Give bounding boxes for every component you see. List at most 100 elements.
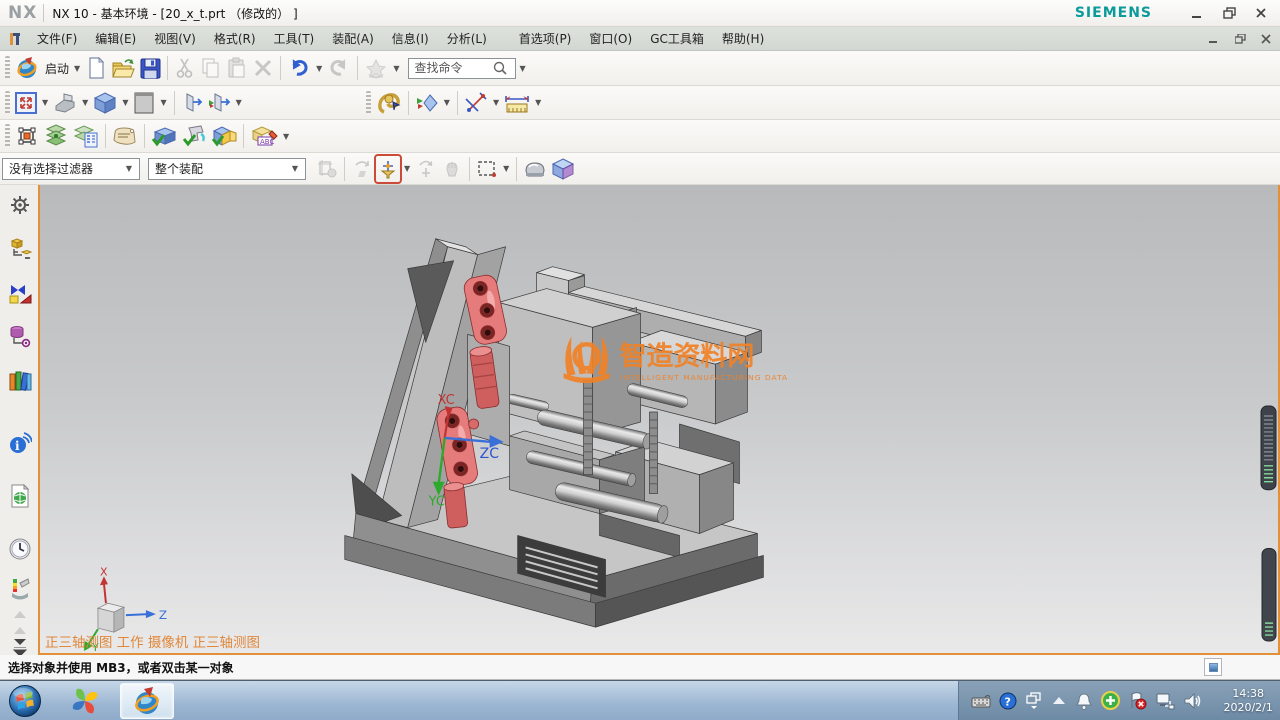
safety-plus-icon[interactable] bbox=[1101, 691, 1120, 711]
marquee-dropdown[interactable]: ▼ bbox=[500, 164, 512, 173]
gesture-dropdown[interactable]: ▼ bbox=[390, 64, 402, 73]
keyboard-tray-icon[interactable] bbox=[971, 691, 991, 711]
graphics-window[interactable]: XC ZC YC 智造资料网 INTELLIGENT bbox=[40, 185, 1280, 655]
menu-edit[interactable]: 编辑(E) bbox=[86, 28, 145, 49]
menu-close-button[interactable] bbox=[1256, 31, 1276, 46]
show-hidden-icon[interactable] bbox=[1050, 691, 1067, 711]
cut-icon[interactable] bbox=[172, 54, 198, 82]
cube-select-icon[interactable] bbox=[549, 155, 577, 183]
orient-geometry-icon[interactable] bbox=[51, 89, 79, 117]
start-orb-icon[interactable] bbox=[8, 684, 42, 718]
view-operation-icon[interactable] bbox=[413, 89, 441, 117]
scroll-up-alt-icon[interactable] bbox=[8, 625, 32, 637]
snap-hand-icon[interactable] bbox=[349, 155, 375, 183]
assemble-check-icon[interactable] bbox=[149, 122, 179, 150]
name-abc-icon[interactable]: ABC bbox=[248, 122, 280, 150]
menu-file[interactable]: 文件(F) bbox=[28, 28, 86, 49]
minimize-button[interactable] bbox=[1184, 4, 1210, 22]
history-icon[interactable] bbox=[8, 537, 32, 561]
undo-dropdown[interactable]: ▼ bbox=[313, 64, 325, 73]
save-file-icon[interactable] bbox=[137, 54, 163, 82]
tool-check-icon[interactable] bbox=[179, 122, 209, 150]
undo-icon[interactable] bbox=[285, 54, 313, 82]
assembly-arrangements-icon[interactable] bbox=[41, 122, 71, 150]
component-select-icon[interactable] bbox=[314, 155, 340, 183]
shaded-dropdown[interactable]: ▼ bbox=[119, 98, 131, 107]
roles-gear-icon[interactable] bbox=[8, 193, 32, 217]
view-op-dropdown[interactable]: ▼ bbox=[441, 98, 453, 107]
measure-dropdown[interactable]: ▼ bbox=[490, 98, 502, 107]
find-command-input[interactable] bbox=[414, 61, 492, 75]
open-file-icon[interactable] bbox=[109, 54, 137, 82]
toolbar-grip[interactable] bbox=[5, 56, 10, 80]
marquee-select-icon[interactable] bbox=[474, 155, 500, 183]
toolbar-grip[interactable] bbox=[5, 124, 10, 148]
volume-icon[interactable] bbox=[1183, 691, 1202, 711]
menu-help[interactable]: 帮助(H) bbox=[713, 28, 773, 49]
find-dropdown[interactable]: ▼ bbox=[516, 64, 528, 73]
clip-section-icon[interactable] bbox=[205, 89, 233, 117]
redo-icon[interactable] bbox=[325, 54, 353, 82]
menu-restore-button[interactable] bbox=[1230, 31, 1250, 46]
delete-icon[interactable] bbox=[250, 54, 276, 82]
scope-dropdown[interactable]: ▼ bbox=[282, 164, 301, 173]
pinwheel-app-icon[interactable] bbox=[68, 684, 102, 718]
menu-information[interactable]: 信息(I) bbox=[383, 28, 438, 49]
copy-icon[interactable] bbox=[198, 54, 224, 82]
menu-minimize-button[interactable] bbox=[1204, 31, 1224, 46]
constraint-navigator-icon[interactable] bbox=[8, 281, 32, 305]
type-filter-combo[interactable]: 没有选择过滤器 ▼ bbox=[2, 158, 140, 180]
gesture-icon[interactable] bbox=[362, 54, 390, 82]
shaded-cube-icon[interactable] bbox=[91, 89, 119, 117]
taskbar-clock[interactable]: 14:38 2020/2/1 bbox=[1216, 687, 1280, 715]
close-button[interactable] bbox=[1248, 4, 1274, 22]
orient-dropdown[interactable]: ▼ bbox=[79, 98, 91, 107]
part-menu-icon[interactable] bbox=[8, 31, 22, 47]
constraint-list-icon[interactable] bbox=[71, 122, 101, 150]
linear-dimension-icon[interactable] bbox=[502, 89, 532, 117]
selection-scope-combo[interactable]: 整个装配 ▼ bbox=[148, 158, 306, 180]
snap-point-filter-icon[interactable] bbox=[375, 155, 401, 183]
shading-dropdown[interactable]: ▼ bbox=[157, 98, 169, 107]
toolbar-grip[interactable] bbox=[5, 91, 10, 115]
name-dropdown[interactable]: ▼ bbox=[280, 132, 292, 141]
web-browser-icon[interactable] bbox=[8, 484, 32, 508]
palettes-icon[interactable] bbox=[8, 577, 32, 601]
launch-label[interactable]: 启动 bbox=[45, 60, 69, 77]
menu-window[interactable]: 窗口(O) bbox=[580, 28, 641, 49]
move-component-icon[interactable] bbox=[13, 122, 41, 150]
menu-preferences[interactable]: 首选项(P) bbox=[510, 28, 581, 49]
nx-launch-icon[interactable] bbox=[13, 54, 41, 82]
snap-navigation-icon[interactable] bbox=[374, 89, 404, 117]
menu-tools[interactable]: 工具(T) bbox=[265, 28, 324, 49]
assembly-model[interactable] bbox=[345, 239, 764, 627]
restore-tray-icon[interactable] bbox=[1025, 691, 1042, 711]
type-filter-dropdown[interactable]: ▼ bbox=[116, 164, 135, 173]
menu-view[interactable]: 视图(V) bbox=[145, 28, 205, 49]
menu-format[interactable]: 格式(R) bbox=[205, 28, 265, 49]
section-dropdown[interactable]: ▼ bbox=[233, 98, 245, 107]
restore-button[interactable] bbox=[1216, 4, 1242, 22]
shaded-object-icon[interactable] bbox=[521, 155, 549, 183]
search-icon[interactable] bbox=[492, 60, 508, 76]
network-icon[interactable] bbox=[1155, 691, 1175, 711]
paste-icon[interactable] bbox=[224, 54, 250, 82]
menu-analysis[interactable]: 分析(L) bbox=[438, 28, 496, 49]
assembly-navigator-icon[interactable] bbox=[8, 237, 32, 261]
snap-dropdown[interactable]: ▼ bbox=[401, 164, 413, 173]
measure-icon[interactable] bbox=[462, 89, 490, 117]
reuse-library-icon[interactable] bbox=[8, 369, 32, 393]
bell-icon[interactable] bbox=[1075, 691, 1093, 711]
nx-taskbar-button[interactable] bbox=[120, 683, 174, 719]
menu-assemblies[interactable]: 装配(A) bbox=[323, 28, 383, 49]
collapse-down-icon[interactable] bbox=[8, 637, 32, 647]
help-tray-icon[interactable]: ? bbox=[999, 691, 1017, 711]
tag-note-icon[interactable] bbox=[110, 122, 140, 150]
new-file-icon[interactable] bbox=[83, 54, 109, 82]
drag-hand-icon[interactable] bbox=[439, 155, 465, 183]
rotate-point-icon[interactable] bbox=[413, 155, 439, 183]
true-shading-icon[interactable] bbox=[131, 89, 157, 117]
fit-dropdown[interactable]: ▼ bbox=[39, 98, 51, 107]
scroll-up-icon[interactable] bbox=[8, 609, 32, 621]
interference-check-icon[interactable] bbox=[209, 122, 239, 150]
